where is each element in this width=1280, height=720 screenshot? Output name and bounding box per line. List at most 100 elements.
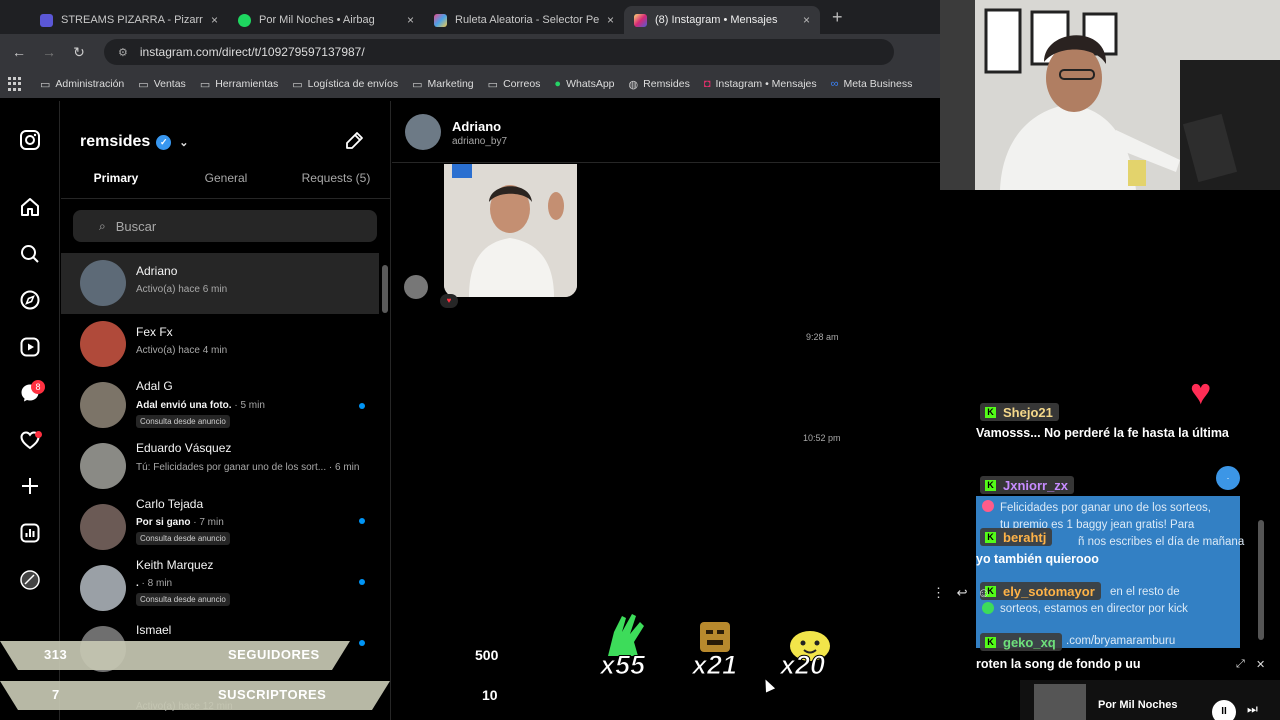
reels-icon[interactable]	[18, 336, 42, 360]
reload-icon[interactable]: ↻	[64, 44, 94, 61]
explore-icon[interactable]	[18, 289, 42, 313]
site-info-icon[interactable]: ⚙	[118, 46, 128, 59]
emote-multiplier: x20	[779, 650, 826, 681]
kick-badge-icon: K	[985, 636, 996, 648]
thread-time: · 6 min	[326, 462, 360, 473]
bookmark-label: Administración	[55, 78, 125, 90]
close-tab-icon[interactable]: ×	[407, 13, 414, 27]
search-input[interactable]: ⌕ Buscar	[73, 210, 377, 242]
tab-title: Ruleta Aleatoria - Selector Pers	[455, 14, 599, 26]
bookmarks-bar: ▭ Administración ▭ Ventas ▭ Herramientas ▭ L…	[0, 70, 940, 98]
folder-icon: ▭	[292, 78, 303, 91]
thread-item[interactable]: Adriano Activo(a) hace 6 min	[61, 253, 379, 314]
close-tab-icon[interactable]: ×	[803, 13, 810, 27]
heart-reaction-icon[interactable]: ♥	[440, 294, 458, 308]
scrollbar-thumb[interactable]	[382, 265, 388, 313]
more-options-icon[interactable]: ⋮	[932, 585, 945, 600]
avatar	[80, 504, 126, 550]
tab-primary[interactable]: Primary	[61, 171, 171, 199]
bookmark-item[interactable]: ◍ Remsides	[629, 78, 690, 91]
browser-tab-1[interactable]: STREAMS PIZARRA - Pizarra on ×	[30, 6, 228, 34]
bookmark-label: WhatsApp	[566, 78, 615, 90]
ad-tag: Consulta desde anuncio	[136, 415, 230, 428]
preview-text: Activo(a) hace 6 min	[136, 284, 228, 295]
url-input[interactable]: ⚙ instagram.com/direct/t/109279597137987…	[104, 39, 894, 65]
preview-text: Activo(a) hace 4 min	[136, 345, 228, 356]
emoji-icon[interactable]: ☺	[977, 585, 990, 600]
chat-username-badge[interactable]: Kgeko_xq	[980, 633, 1062, 651]
browser-tab-2[interactable]: Por Mil Noches • Airbag ×	[228, 6, 424, 34]
bookmark-item[interactable]: ● WhatsApp	[554, 78, 614, 90]
browser-tab-3[interactable]: Ruleta Aleatoria - Selector Pers ×	[424, 6, 624, 34]
message-timestamp: 10:52 pm	[803, 433, 841, 443]
tab-general[interactable]: General	[171, 171, 281, 199]
bookmark-item[interactable]: ▭ Ventas	[138, 78, 186, 91]
chat-message: yo también quierooo	[976, 552, 1099, 566]
screen: STREAMS PIZARRA - Pizarra on × Por Mil N…	[0, 0, 1280, 720]
search-icon[interactable]	[18, 243, 42, 267]
bookmark-item[interactable]: ▭ Administración	[40, 78, 124, 91]
thread-name: Ismael	[136, 623, 172, 637]
home-icon[interactable]	[18, 196, 42, 220]
chat-username-badge[interactable]: Kberahtj	[980, 528, 1053, 546]
chat-username-badge[interactable]: Kely_sotomayor	[980, 582, 1101, 600]
conversation-name[interactable]: Adriano	[452, 119, 501, 134]
expand-icon[interactable]: ⤢	[1236, 658, 1245, 671]
pause-button[interactable]: II	[1212, 700, 1236, 720]
back-icon[interactable]: ←	[4, 44, 34, 60]
instagram-nav-rail: 8	[0, 101, 60, 720]
shared-photo[interactable]	[444, 164, 577, 297]
avatar	[80, 260, 126, 306]
avatar[interactable]	[405, 114, 441, 150]
chat-scrollbar[interactable]	[1256, 190, 1266, 680]
ad-tag: Consulta desde anuncio	[136, 593, 230, 606]
thread-item[interactable]: Keith Marquez . · 8 min Consulta desde a…	[61, 558, 379, 619]
create-plus-icon[interactable]	[18, 475, 42, 499]
thread-preview: . · 8 min	[136, 578, 366, 589]
chat-username-badge[interactable]: K Shejo21	[980, 403, 1059, 421]
forward-icon[interactable]: →	[34, 44, 64, 60]
chat-username-badge[interactable]: K Jxniorr_zx	[980, 476, 1075, 494]
bookmark-item[interactable]: ◘ Instagram • Mensajes	[704, 78, 817, 90]
thread-time: · 8 min	[138, 578, 173, 589]
bookmark-item[interactable]: ▭ Herramientas	[200, 78, 278, 91]
close-tab-icon[interactable]: ×	[211, 13, 218, 27]
apps-grid-icon[interactable]	[8, 77, 22, 91]
instagram-icon: ◘	[703, 78, 711, 90]
new-tab-button[interactable]: +	[832, 7, 843, 28]
globe-icon: ◍	[628, 78, 639, 91]
sender-avatar	[404, 275, 428, 299]
bookmark-item[interactable]: ▭ Logística de envíos	[292, 78, 398, 91]
chat-username: geko_xq	[1003, 634, 1056, 650]
browser-tab-4[interactable]: (8) Instagram • Mensajes ×	[624, 6, 820, 34]
profile-avatar-icon[interactable]	[18, 569, 42, 593]
conversation-panel: Adriano adriano_by7 ♥ 9:28 am 10:52 pm	[392, 101, 940, 720]
next-track-icon[interactable]: ⏭	[1247, 702, 1258, 717]
folder-icon: ▭	[40, 78, 51, 91]
bookmark-item[interactable]: ▭ Correos	[488, 78, 541, 91]
bookmark-item[interactable]: ∞ Meta Business	[831, 78, 913, 90]
thread-name: Carlo Tejada	[136, 497, 204, 511]
account-switcher[interactable]: remsides ✓ ⌄	[80, 133, 188, 151]
thread-item[interactable]: Adal G Adal envió una foto. · 5 min Cons…	[61, 375, 379, 436]
folder-icon: ▭	[138, 78, 149, 91]
unread-dot	[359, 579, 365, 585]
bookmark-item[interactable]: ▭ Marketing	[412, 78, 474, 91]
scrollbar-thumb[interactable]	[1258, 520, 1264, 640]
thread-item[interactable]: Fex Fx Activo(a) hace 4 min	[61, 314, 379, 375]
thread-time: · 5 min	[231, 400, 265, 411]
thread-item[interactable]: Carlo Tejada Por si gano · 7 min Consult…	[61, 497, 379, 558]
tab-requests[interactable]: Requests (5)	[281, 171, 391, 199]
compose-message-icon[interactable]	[343, 131, 365, 153]
thread-item[interactable]: Eduardo Vásquez Tú: Felicidades por gana…	[61, 436, 379, 497]
emote-multiplier: x21	[691, 650, 738, 681]
tab-favicon	[40, 13, 53, 27]
followers-count: 313	[44, 647, 68, 662]
instagram-logo-icon[interactable]	[18, 129, 42, 153]
close-tab-icon[interactable]: ×	[607, 13, 614, 27]
reply-icon[interactable]: ↩	[957, 585, 968, 600]
dashboard-icon[interactable]	[18, 522, 42, 546]
bookmark-label: Remsides	[643, 78, 690, 90]
popup-line: Felicidades por ganar uno de los sorteos…	[1000, 502, 1211, 514]
scroll-to-bottom-button[interactable]: ·	[1216, 466, 1240, 490]
